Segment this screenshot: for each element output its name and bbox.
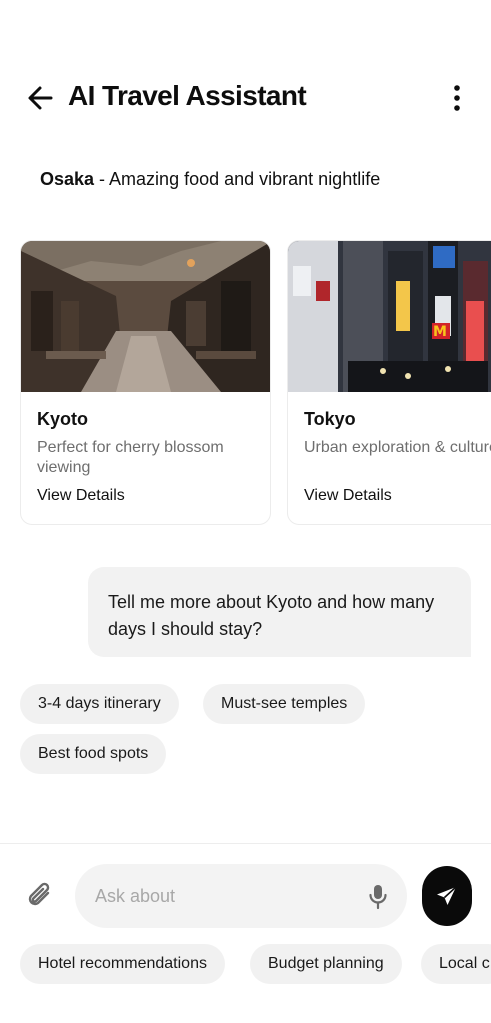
tokyo-street-image: M: [288, 241, 491, 392]
view-details-link[interactable]: View Details: [37, 487, 125, 505]
suggestion-chip[interactable]: Must-see temples: [203, 684, 366, 724]
more-vertical-icon: [454, 85, 460, 111]
back-button[interactable]: [26, 84, 56, 112]
svg-text:M: M: [433, 324, 447, 340]
attach-button[interactable]: [26, 880, 54, 910]
destination-description: - Amazing food and vibrant nightlife: [94, 169, 381, 189]
card-title: Tokyo: [304, 409, 356, 429]
view-details-link[interactable]: View Details: [304, 487, 392, 505]
destination-card-tokyo[interactable]: M Tokyo Urban exploration & culture View…: [287, 240, 491, 525]
send-icon: [437, 886, 457, 905]
message-input[interactable]: [95, 864, 355, 928]
page-title: AI Travel Assistant: [68, 80, 307, 111]
user-message: Tell me more about Kyoto and how many da…: [88, 567, 471, 657]
more-options-button[interactable]: [448, 84, 466, 112]
arrow-left-icon: [28, 86, 53, 110]
card-description: Urban exploration & culture: [304, 439, 491, 456]
message-input-container[interactable]: [75, 864, 407, 928]
kyoto-street-image: [21, 241, 270, 392]
quick-action-chip[interactable]: Budget planning: [250, 944, 402, 984]
microphone-button[interactable]: [367, 884, 389, 910]
microphone-icon: [369, 885, 387, 910]
destination-name: Osaka: [40, 169, 95, 189]
suggestion-chip[interactable]: Best food spots: [20, 734, 167, 774]
paperclip-icon: [28, 882, 50, 906]
destination-card-kyoto[interactable]: Kyoto Perfect for cherry blossom viewing…: [20, 240, 271, 525]
send-button[interactable]: [422, 866, 472, 926]
app-header: AI Travel Assistant: [0, 72, 491, 124]
card-title: Kyoto: [37, 409, 88, 429]
quick-actions-row[interactable]: Hotel recommendations Budget planning Lo…: [0, 944, 491, 984]
quick-action-chip[interactable]: Local c: [421, 944, 491, 984]
composer-divider: [0, 843, 491, 844]
assistant-message: Osaka - Amazing food and vibrant nightli…: [40, 166, 400, 192]
card-description: Perfect for cherry blossom viewing: [37, 439, 224, 476]
quick-action-chip[interactable]: Hotel recommendations: [20, 944, 225, 984]
suggestion-chip[interactable]: 3-4 days itinerary: [20, 684, 179, 724]
destination-carousel[interactable]: Kyoto Perfect for cherry blossom viewing…: [20, 240, 491, 526]
